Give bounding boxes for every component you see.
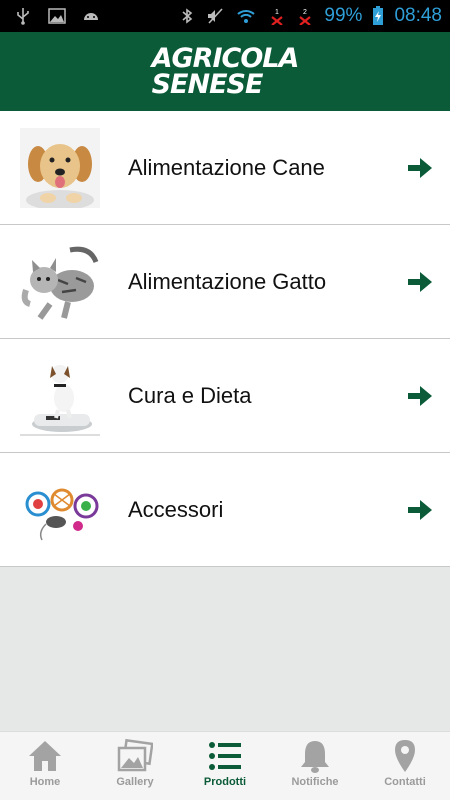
tab-contatti[interactable]: Contatti [360,732,450,800]
brand-logo: AGRICOLA SENESE [151,42,300,100]
logo-line-2: SENESE [151,68,264,100]
tab-notifiche[interactable]: Notifiche [270,732,360,800]
category-item-alimentazione-cane[interactable]: Alimentazione Cane [0,111,450,225]
image-icon [48,8,66,24]
usb-icon [17,8,29,25]
arrow-right-icon [408,500,432,520]
location-pin-icon [395,740,415,772]
tab-label: Home [29,776,61,788]
tab-prodotti[interactable]: Prodotti [180,732,270,800]
tab-label: Prodotti [203,776,247,788]
app-header: AGRICOLA SENESE [0,32,450,111]
wifi-icon [237,10,256,23]
puppy-photo [20,128,100,208]
tab-home[interactable]: Home [0,732,90,800]
category-label: Accessori [128,497,224,522]
category-label: Alimentazione Gatto [128,269,327,294]
mute-icon [208,8,224,24]
gallery-icon [117,738,153,772]
bell-icon [301,741,329,773]
list-icon [209,742,241,770]
logo-line-1: AGRICOLA [151,42,300,74]
category-item-cura-e-dieta[interactable]: Cura e Dieta [0,339,450,453]
category-item-alimentazione-gatto[interactable]: Alimentazione Gatto [0,225,450,339]
bottom-tab-bar: Home Gallery Prodotti Notifiche Contatti [0,731,450,800]
arrow-right-icon [408,386,432,406]
tab-label: Contatti [384,776,426,788]
kitten-photo [20,242,100,322]
svg-text:1: 1 [275,9,279,16]
dog-on-scale-photo [20,356,100,436]
android-icon [84,13,98,20]
battery-percent: 99% [324,5,363,26]
arrow-right-icon [408,272,432,292]
home-icon [29,741,61,771]
svg-text:2: 2 [303,9,307,16]
category-label: Cura e Dieta [128,383,252,408]
cat-toys-photo [20,470,100,550]
tab-label: Notifiche [291,776,339,788]
category-label: Alimentazione Cane [128,155,325,180]
category-list: Alimentazione Cane Alimentazione Gatto C… [0,111,450,567]
battery-charging-icon [373,6,384,25]
clock: 08:48 [394,5,442,26]
tab-gallery[interactable]: Gallery [90,732,180,800]
sim1-no-signal-icon: 1 [271,9,284,25]
tab-label: Gallery [116,776,154,788]
category-item-accessori[interactable]: Accessori [0,453,450,567]
status-bar: 1 2 99% 08:48 [0,0,450,32]
bluetooth-icon [182,8,193,24]
sim2-no-signal-icon: 2 [299,9,312,25]
arrow-right-icon [408,158,432,178]
